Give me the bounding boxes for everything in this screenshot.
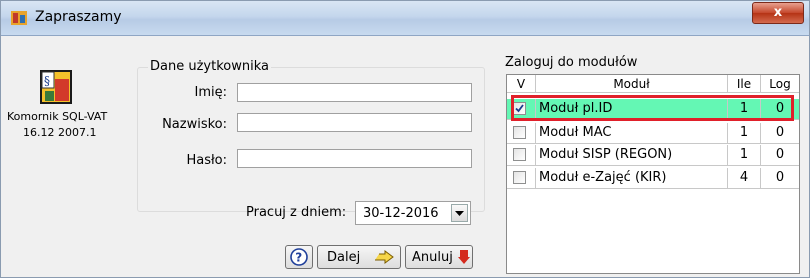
last-name-field[interactable] (237, 113, 472, 132)
svg-text:?: ? (295, 251, 302, 265)
module-count: 4 (728, 168, 761, 189)
module-name: Moduł MAC (536, 123, 728, 144)
module-row[interactable]: Moduł e-Zajęć (KIR) 4 0 (507, 168, 799, 189)
logo-icon: § (40, 70, 72, 104)
first-name-field[interactable] (237, 83, 472, 102)
login-window: Zapraszamy x § Komornik SQL-VAT 16.12 20… (0, 0, 810, 278)
column-header-module[interactable]: Moduł (536, 75, 728, 93)
app-name: Komornik SQL-VAT (7, 110, 108, 123)
user-data-group-title: Dane użytkownika (148, 59, 271, 74)
module-log: 0 (761, 168, 799, 189)
work-date-label: Pracuj z dniem: (246, 205, 347, 220)
next-button-label: Dalej (327, 250, 361, 265)
column-header-check[interactable]: V (507, 75, 536, 93)
svg-text:§: § (44, 74, 50, 88)
title-bar: Zapraszamy x (1, 1, 809, 36)
checkbox-icon[interactable] (513, 126, 526, 139)
cancel-button[interactable]: Anuluj (405, 245, 473, 269)
module-count: 1 (728, 145, 761, 166)
help-button[interactable]: ? (285, 245, 313, 269)
next-arrow-icon (375, 250, 394, 264)
module-name: Moduł e-Zajęć (KIR) (536, 168, 728, 189)
cancel-icon (458, 250, 470, 264)
module-log: 0 (761, 123, 799, 144)
module-row[interactable]: Moduł MAC 1 0 (507, 123, 799, 144)
modules-title: Zaloguj do modułów (505, 55, 638, 70)
first-name-label: Imię: (194, 85, 228, 100)
module-name: Moduł SISP (REGON) (536, 145, 728, 166)
app-icon (11, 11, 27, 25)
column-header-count[interactable]: Ile (728, 75, 761, 93)
window-title: Zapraszamy (35, 9, 122, 25)
module-log: 0 (761, 145, 799, 166)
cancel-button-label: Anuluj (412, 250, 453, 265)
work-date-select[interactable]: 30-12-2016 (355, 201, 471, 225)
close-button[interactable]: x (752, 2, 804, 24)
selected-row-highlight (511, 95, 794, 121)
next-button[interactable]: Dalej (317, 245, 401, 269)
last-name-label: Nazwisko: (162, 117, 227, 132)
date-dropdown-button[interactable] (451, 204, 468, 222)
checkbox-icon[interactable] (513, 148, 526, 161)
checkbox-icon[interactable] (513, 171, 526, 184)
dropdown-arrow-icon (455, 211, 464, 216)
help-icon: ? (290, 248, 308, 266)
password-label: Hasło: (186, 153, 227, 168)
password-field[interactable] (237, 149, 472, 168)
module-row[interactable]: Moduł SISP (REGON) 1 0 (507, 145, 799, 166)
work-date-value: 30-12-2016 (363, 206, 439, 221)
module-count: 1 (728, 123, 761, 144)
column-header-log[interactable]: Log (761, 75, 799, 93)
app-version: 16.12 2007.1 (23, 126, 97, 139)
